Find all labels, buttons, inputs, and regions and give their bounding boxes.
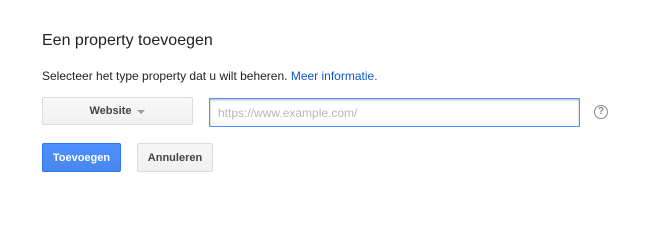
dialog-description: Selecteer het type property dat u wilt b…	[42, 69, 378, 83]
help-icon-glyph: ?	[597, 106, 605, 117]
property-type-dropdown[interactable]: Website	[42, 97, 193, 125]
caret-down-icon	[137, 109, 146, 114]
url-input[interactable]	[209, 98, 580, 127]
add-property-dialog: Een property toevoegen Selecteer het typ…	[0, 0, 650, 202]
cancel-button[interactable]: Annuleren	[137, 143, 213, 172]
add-button[interactable]: Toevoegen	[42, 143, 121, 172]
description-text: Selecteer het type property dat u wilt b…	[42, 69, 288, 83]
property-type-selected: Website	[89, 105, 132, 117]
more-info-link[interactable]: Meer informatie.	[291, 69, 378, 83]
help-circle-icon[interactable]: ?	[594, 105, 608, 119]
dialog-title: Een property toevoegen	[42, 32, 213, 49]
